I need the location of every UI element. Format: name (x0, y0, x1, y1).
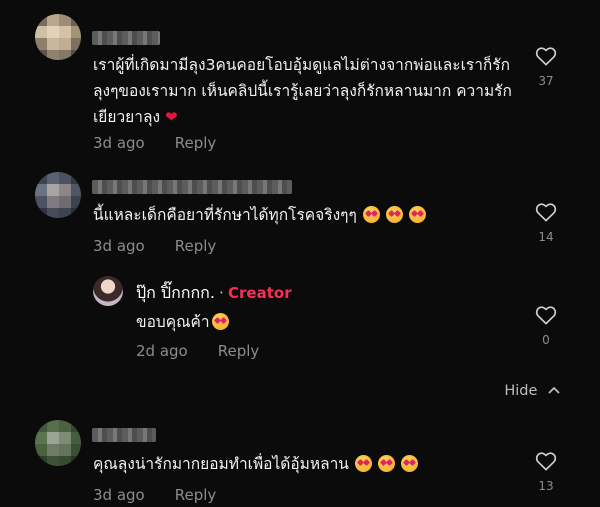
avatar[interactable] (35, 172, 81, 218)
reply-button[interactable]: Reply (218, 342, 260, 360)
heart-eyes-emoji (211, 313, 229, 330)
creator-header: ปุ๊ก ปิ๊กกกก. · Creator (136, 281, 292, 306)
comment-meta: 3d ago Reply (93, 237, 216, 255)
reply-button[interactable]: Reply (175, 237, 217, 255)
like-count: 14 (538, 230, 554, 244)
creator-username[interactable]: ปุ๊ก ปิ๊กกกก. (136, 283, 215, 302)
comment-text: นี้แหละเด็กคือยาที่รักษาได้ทุกโรคจริงๆๆ (93, 202, 518, 228)
timestamp: 3d ago (93, 237, 145, 255)
heart-eyes-emoji (408, 206, 426, 223)
like-button[interactable]: 37 (526, 46, 566, 88)
separator-dot: · (218, 283, 225, 302)
heart-eyes-emoji (362, 206, 380, 223)
username-blurred[interactable] (92, 31, 160, 45)
red-heart-emoji: ❤ (164, 108, 178, 126)
heart-outline-icon (535, 306, 557, 325)
like-count: 37 (538, 74, 554, 88)
like-button[interactable]: 0 (526, 305, 566, 347)
comment-meta: 3d ago Reply (93, 134, 216, 152)
timestamp: 2d ago (136, 342, 188, 360)
comment-text: คุณลุงน่ารักมากยอมทำเพื่อได้อุ้มหลาน (93, 451, 518, 477)
creator-avatar[interactable] (93, 276, 123, 306)
username-blurred[interactable] (92, 428, 156, 442)
reply-button[interactable]: Reply (175, 486, 217, 504)
comment-meta: 2d ago Reply (136, 342, 259, 360)
like-count: 0 (542, 333, 550, 347)
heart-outline-icon (535, 47, 557, 66)
comment-meta: 3d ago Reply (93, 486, 216, 504)
avatar[interactable] (35, 14, 81, 60)
chevron-up-icon (548, 386, 560, 394)
username-blurred[interactable] (92, 180, 292, 194)
heart-eyes-emoji (377, 455, 395, 472)
creator-badge: Creator (228, 284, 292, 302)
heart-eyes-emoji (385, 206, 403, 223)
avatar[interactable] (35, 420, 81, 466)
heart-eyes-emoji (354, 455, 372, 472)
heart-outline-icon (535, 203, 557, 222)
comment-text: เราผู้ที่เกิดมามีลุง3คนคอยโอบอุ้มดูแลไม่… (93, 56, 512, 126)
timestamp: 3d ago (93, 486, 145, 504)
heart-outline-icon (535, 452, 557, 471)
hide-label: Hide (504, 383, 538, 399)
hide-replies-button[interactable]: Hide (504, 383, 560, 399)
like-button[interactable]: 14 (526, 202, 566, 244)
reply-button[interactable]: Reply (175, 134, 217, 152)
timestamp: 3d ago (93, 134, 145, 152)
comment-text: ขอบคุณค้า (136, 309, 229, 335)
like-button[interactable]: 13 (526, 451, 566, 493)
heart-eyes-emoji (400, 455, 418, 472)
like-count: 13 (538, 479, 554, 493)
